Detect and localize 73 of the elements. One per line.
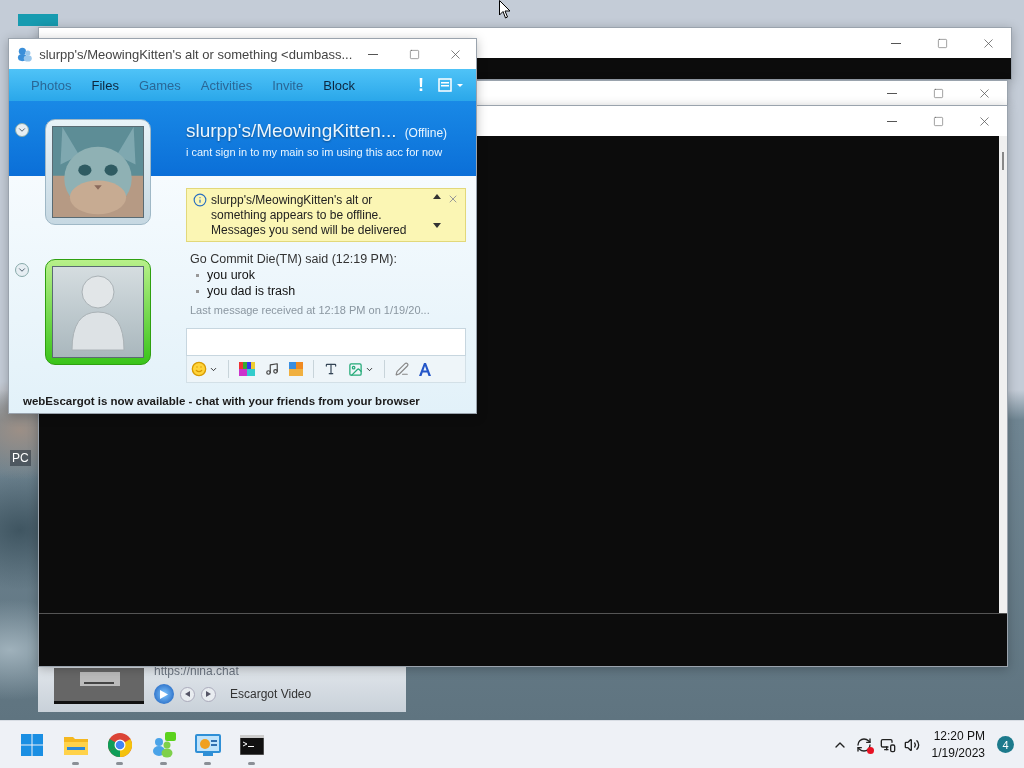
terminal-icon xyxy=(240,734,264,755)
previous-button[interactable] xyxy=(180,686,195,702)
right-triangle-icon xyxy=(206,691,211,697)
scroll-arrows-icon[interactable] xyxy=(433,193,441,229)
info-text: slurpp's/MeowingKitten's alt or something appears to be offline. Messages you send will be delivered xyxy=(211,193,408,237)
spellcheck-button[interactable] xyxy=(324,362,338,376)
maximize-icon xyxy=(932,87,944,99)
maximize-icon xyxy=(408,48,420,60)
volume-button[interactable] xyxy=(903,736,920,753)
play-button[interactable] xyxy=(154,684,174,704)
last-received-note: Last message received at 12:18 PM on 1/19/20... xyxy=(190,304,431,316)
minimize-icon xyxy=(887,92,897,94)
info-icon xyxy=(193,193,207,207)
footer-banner[interactable]: webEscargot is now available - chat with your friends from your browser xyxy=(9,387,476,413)
messenger-buddies-icon xyxy=(151,731,177,758)
image-icon xyxy=(348,361,363,377)
play-icon xyxy=(160,689,168,699)
video-url: https://nina.chat xyxy=(154,664,240,678)
contact-status: (Offline) xyxy=(404,125,448,140)
video-title: Escargot Video xyxy=(230,687,312,701)
minimize-icon xyxy=(887,120,897,122)
personal-message: i cant sign in to my main so im using this acc for now xyxy=(186,145,444,158)
maximize-icon xyxy=(936,37,948,49)
scroll-bar[interactable] xyxy=(999,136,1007,613)
background-button[interactable] xyxy=(348,361,374,377)
sound-button[interactable] xyxy=(265,362,279,376)
next-button[interactable] xyxy=(201,686,216,702)
expand-button[interactable] xyxy=(15,123,29,137)
control-panel-icon xyxy=(195,733,221,756)
sync-icon xyxy=(855,736,872,753)
buddies-icon xyxy=(17,45,34,63)
wink-button[interactable] xyxy=(239,362,255,376)
windows-logo-icon xyxy=(21,733,43,756)
desktop-icon-label[interactable]: PC xyxy=(10,450,31,466)
smiley-icon xyxy=(191,361,207,377)
menu-button[interactable] xyxy=(436,77,466,93)
maximize-icon xyxy=(932,115,944,127)
contact-name: slurpp's/MeowingKitten... xyxy=(186,119,397,142)
close-icon[interactable] xyxy=(447,193,459,205)
window-title: slurpp's/MeowingKitten's alt or something <dumbass... xyxy=(39,46,353,62)
chevron-down-icon xyxy=(17,125,27,135)
chrome-logo-icon xyxy=(108,732,132,757)
network-icon xyxy=(879,736,896,753)
sender-line: Go Commit Die(TM) said (12:19 PM): xyxy=(190,252,398,266)
font-icon xyxy=(419,362,431,376)
chat-message: you urok xyxy=(207,268,255,282)
toolbar-button[interactable]: Files xyxy=(81,72,129,98)
emoticon-button[interactable] xyxy=(191,361,218,377)
blocks-icon xyxy=(289,362,303,376)
volume-icon xyxy=(903,736,920,753)
color-grid-icon xyxy=(239,362,255,376)
network-button[interactable] xyxy=(879,736,896,753)
expand-button[interactable] xyxy=(15,263,29,277)
left-triangle-icon xyxy=(185,691,190,697)
toolbar-button[interactable]: Block xyxy=(313,72,365,98)
font-button[interactable] xyxy=(419,362,431,376)
sync-button[interactable] xyxy=(855,736,872,753)
clock[interactable]: 12:20 PM 1/19/2023 xyxy=(927,729,989,760)
folder-icon xyxy=(64,734,88,755)
text-cursor-icon xyxy=(324,362,338,376)
music-note-icon xyxy=(265,362,279,376)
minimize-icon xyxy=(367,53,378,55)
chevron-down-icon xyxy=(17,265,27,275)
message-input[interactable] xyxy=(186,328,466,356)
chat-message: you dad is trash xyxy=(207,284,296,298)
pen-button[interactable] xyxy=(395,362,409,376)
menu-icon xyxy=(438,77,464,93)
games-button[interactable] xyxy=(289,362,303,376)
minimize-icon xyxy=(891,42,901,44)
notification-badge[interactable]: 4 xyxy=(997,736,1014,753)
cursor-icon xyxy=(499,0,511,19)
alert-dot-icon xyxy=(866,746,874,754)
pen-icon xyxy=(395,362,409,376)
